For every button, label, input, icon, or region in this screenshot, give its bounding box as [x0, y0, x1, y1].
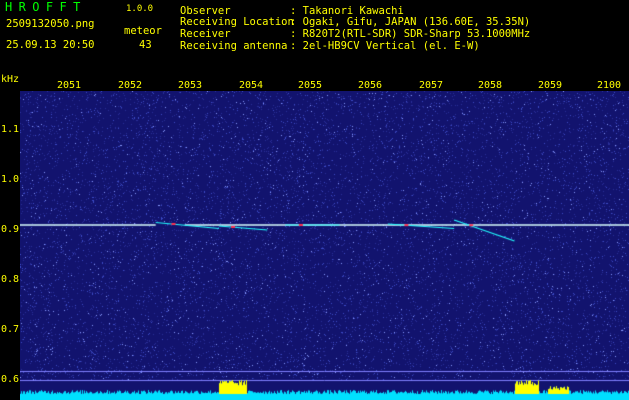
x-tick-label: 2059 [538, 80, 563, 91]
x-tick-label: 2058 [478, 80, 503, 91]
location-label: Receiving Location [180, 16, 294, 28]
meteor-count-label: meteor [124, 25, 162, 37]
x-tick-label: 2057 [419, 80, 444, 91]
y-tick-label: 0.7 [1, 324, 20, 335]
receiver-value: : R820T2(RTL-SDR) SDR-Sharp 53.1000MHz [290, 28, 531, 40]
antenna-label: Receiving antenna [180, 40, 288, 52]
spectrogram-plot [20, 91, 629, 400]
receiver-label: Receiver [180, 28, 231, 40]
meteor-count-value: 43 [139, 39, 152, 51]
y-tick-label: 0.8 [1, 274, 20, 285]
file-name: 2509132050.png [6, 18, 95, 30]
y-tick-label: 0.6 [1, 374, 20, 385]
app-name: HROFFT [5, 0, 87, 14]
x-tick-label: 2054 [239, 80, 264, 91]
x-tick-label: 2100 [597, 80, 622, 91]
x-tick-label: 2051 [57, 80, 82, 91]
y-tick-label: 1.1 [1, 124, 20, 135]
x-tick-label: 2056 [358, 80, 383, 91]
capture-datetime: 25.09.13 20:50 [6, 39, 95, 51]
y-axis-unit-label: kHz [1, 74, 20, 85]
location-value: : Ogaki, Gifu, JAPAN (136.60E, 35.35N) [290, 16, 531, 28]
antenna-value: : 2el-HB9CV Vertical (el. E-W) [290, 40, 480, 52]
y-tick-label: 1.0 [1, 174, 20, 185]
x-tick-label: 2053 [178, 80, 203, 91]
x-tick-label: 2055 [298, 80, 323, 91]
y-tick-label: 0.9 [1, 224, 20, 235]
app-version: 1.0.0 [126, 4, 154, 14]
x-tick-label: 2052 [118, 80, 143, 91]
